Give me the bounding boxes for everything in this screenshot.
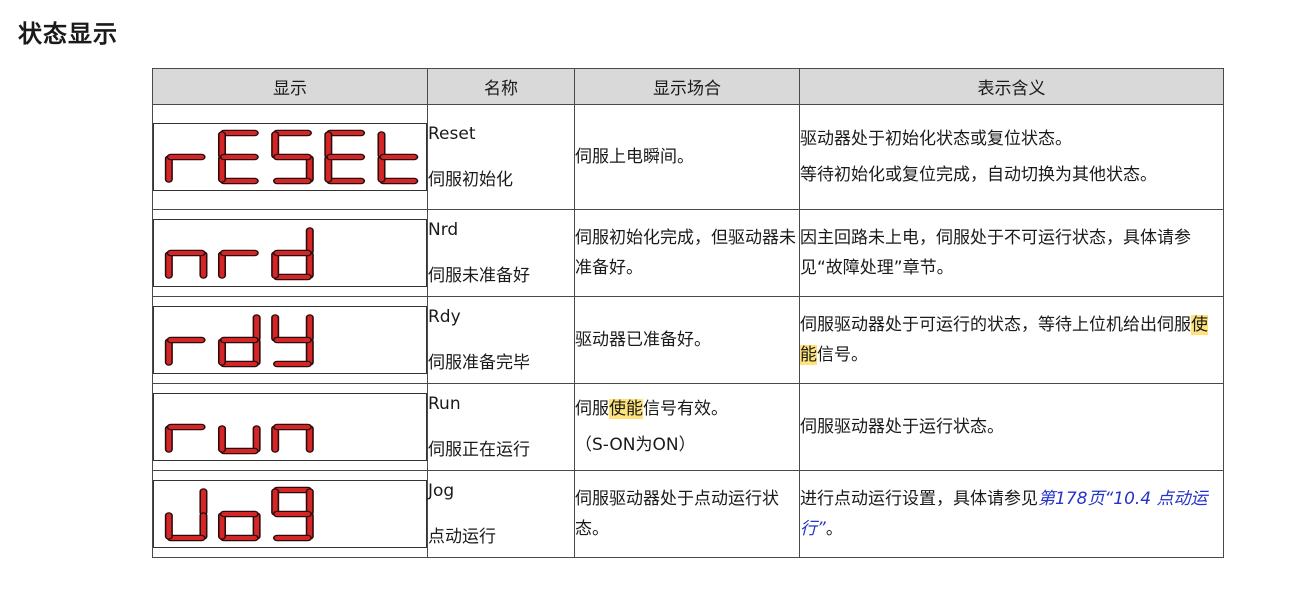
seven-segment-digits — [164, 486, 314, 542]
table-row-jog: Jog 点动运行 伺服驱动器处于点动运行状态。 进行点动运行设置，具体请参见第1… — [152, 470, 1224, 558]
name-cn: 伺服准备完毕 — [428, 353, 530, 373]
name-cell: Nrd 伺服未准备好 — [427, 209, 575, 297]
occasion-cell: 伺服初始化完成，但驱动器未准备好。 — [574, 209, 800, 297]
table-row-rdy: Rdy 伺服准备完毕 驱动器已准备好。 伺服驱动器处于可运行的状态，等待上位机给… — [152, 296, 1224, 384]
seven-segment-display — [153, 306, 427, 374]
meaning-text: 等待初始化或复位完成，自动切换为其他状态。 — [800, 165, 1157, 185]
table-row-run: Run 伺服正在运行 伺服使能信号有效。 （S-ON为ON） 伺服驱动器处于运行… — [152, 383, 1224, 471]
meaning-text: 伺服驱动器处于可运行的状态，等待上位机给出伺服使能信号。 — [800, 310, 1223, 370]
occasion-cell: 伺服驱动器处于点动运行状态。 — [574, 470, 800, 558]
display-cell — [152, 383, 428, 471]
col-header-display: 显示 — [152, 68, 428, 105]
name-cn: 伺服正在运行 — [428, 440, 530, 460]
meaning-text: 进行点动运行设置，具体请参见第178页“10.4 点动运行”。 — [800, 484, 1223, 544]
meaning-cell: 因主回路未上电，伺服处于不可运行状态，具体请参见“故障处理”章节。 — [799, 209, 1224, 297]
seven-segment-display — [153, 123, 427, 191]
meaning-text: 驱动器处于初始化状态或复位状态。 — [800, 129, 1072, 149]
name-en: Run — [428, 394, 461, 414]
display-cell — [152, 296, 428, 384]
seven-segment-display — [153, 393, 427, 461]
occasion-note: （S-ON为ON） — [575, 435, 696, 455]
seven-segment-digits — [164, 423, 314, 455]
table-row-nrd: Nrd 伺服未准备好 伺服初始化完成，但驱动器未准备好。 因主回路未上电，伺服处… — [152, 209, 1224, 297]
occasion-cell: 驱动器已准备好。 — [574, 296, 800, 384]
occasion-text: 驱动器已准备好。 — [575, 330, 711, 350]
name-cell: Rdy 伺服准备完毕 — [427, 296, 575, 384]
occasion-text: 伺服初始化完成，但驱动器未准备好。 — [575, 228, 796, 278]
name-cell: Jog 点动运行 — [427, 470, 575, 558]
meaning-cell: 驱动器处于初始化状态或复位状态。 等待初始化或复位完成，自动切换为其他状态。 — [799, 104, 1224, 210]
display-cell — [152, 104, 428, 210]
name-cn: 伺服未准备好 — [428, 266, 530, 286]
occasion-cell: 伺服上电瞬间。 — [574, 104, 800, 210]
seven-segment-display — [153, 480, 427, 548]
col-header-occasion: 显示场合 — [574, 68, 800, 105]
seven-segment-digits — [164, 227, 314, 281]
name-en: Jog — [428, 481, 455, 501]
meaning-cell: 伺服驱动器处于运行状态。 — [799, 383, 1224, 471]
display-cell — [152, 209, 428, 297]
occasion-cell: 伺服使能信号有效。 （S-ON为ON） — [574, 383, 800, 471]
name-cell: Run 伺服正在运行 — [427, 383, 575, 471]
name-en: Rdy — [428, 307, 461, 327]
col-header-meaning: 表示含义 — [799, 68, 1224, 105]
table-row-reset: Reset 伺服初始化 伺服上电瞬间。 驱动器处于初始化状态或复位状态。 等待初… — [152, 104, 1224, 210]
name-en: Nrd — [428, 220, 459, 240]
seven-segment-display — [153, 219, 427, 287]
seven-segment-digits — [164, 314, 314, 368]
meaning-cell: 进行点动运行设置，具体请参见第178页“10.4 点动运行”。 — [799, 470, 1224, 558]
name-cell: Reset 伺服初始化 — [427, 104, 575, 210]
meaning-text-post: 。 — [825, 519, 843, 539]
col-header-name: 名称 — [427, 68, 575, 105]
meaning-text: 伺服驱动器处于运行状态。 — [800, 417, 1004, 437]
name-en: Reset — [428, 124, 476, 144]
occasion-text: 伺服使能信号有效。 — [575, 394, 799, 424]
seven-segment-digits — [164, 129, 419, 185]
display-cell — [152, 470, 428, 558]
status-display-table: 显示 名称 显示场合 表示含义 Reset 伺服初始化 伺服上电瞬间。 驱动器处… — [152, 68, 1224, 558]
name-cn: 点动运行 — [428, 527, 496, 547]
occasion-text-pre: 伺服 — [575, 399, 609, 419]
highlighted-term: 使能 — [609, 399, 643, 419]
meaning-text-pre: 进行点动运行设置，具体请参见 — [800, 489, 1038, 509]
meaning-text-pre: 伺服驱动器处于可运行的状态，等待上位机给出伺服 — [800, 315, 1191, 335]
meaning-cell: 伺服驱动器处于可运行的状态，等待上位机给出伺服使能信号。 — [799, 296, 1224, 384]
name-cn: 伺服初始化 — [428, 170, 513, 190]
meaning-text: 因主回路未上电，伺服处于不可运行状态，具体请参见“故障处理”章节。 — [800, 228, 1191, 278]
occasion-text: 伺服驱动器处于点动运行状态。 — [575, 489, 779, 539]
section-title: 状态显示 — [18, 20, 118, 48]
occasion-text: 伺服上电瞬间。 — [575, 147, 694, 167]
table-header-row: 显示 名称 显示场合 表示含义 — [152, 68, 1224, 105]
meaning-text-post: 信号。 — [817, 345, 868, 365]
occasion-text-post: 信号有效。 — [643, 399, 728, 419]
